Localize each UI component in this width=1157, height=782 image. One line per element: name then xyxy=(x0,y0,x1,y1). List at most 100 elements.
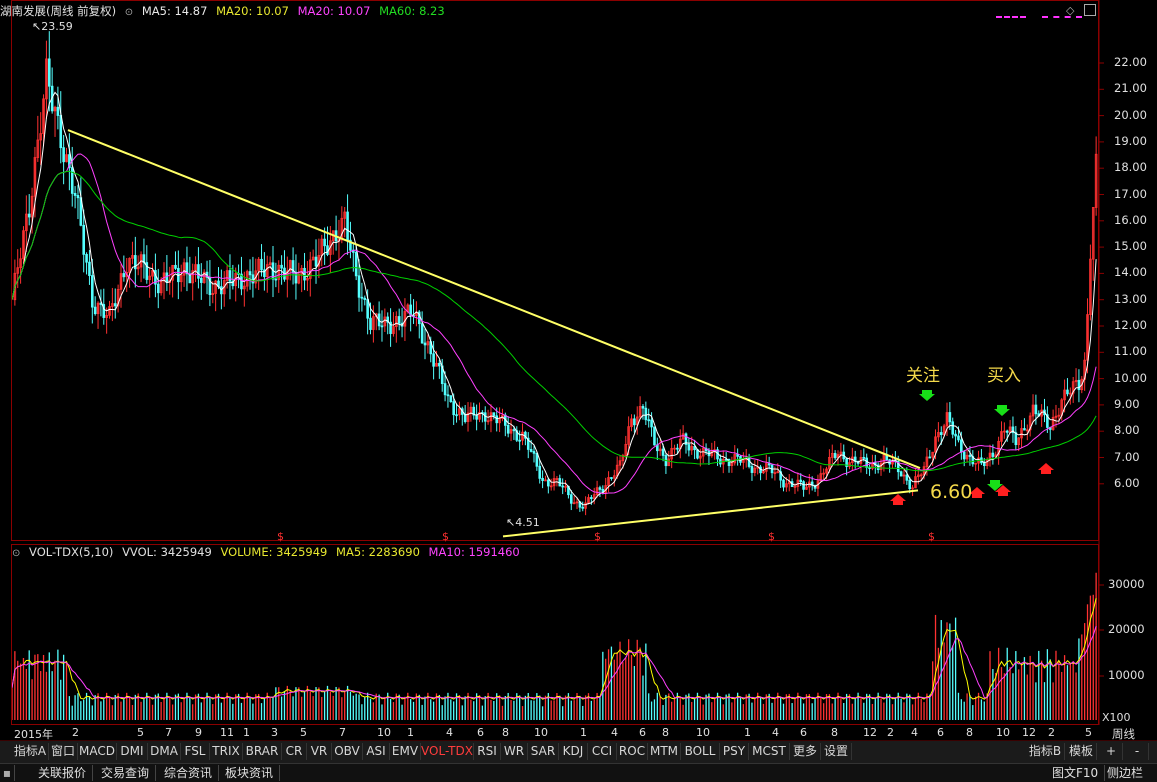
time-tick-label: 8 xyxy=(966,726,973,739)
status-tab-trade[interactable]: 交易查询 xyxy=(95,765,157,781)
dividend-marker[interactable]: $ xyxy=(594,530,601,543)
tab-dma[interactable]: DMA xyxy=(148,743,181,760)
tab-asi[interactable]: ASI xyxy=(363,743,390,760)
candle-body xyxy=(495,415,499,424)
time-tick-label: 11 xyxy=(220,726,234,739)
time-tick-label: 1 xyxy=(243,726,250,739)
tab-brar[interactable]: BRAR xyxy=(243,743,282,760)
ma20-value: MA20: 10.07 xyxy=(216,4,289,18)
candle-body xyxy=(610,477,613,479)
candle-body xyxy=(532,451,536,454)
time-tick-label: 6 xyxy=(477,726,484,739)
candle-body xyxy=(91,275,94,308)
tab-macd[interactable]: MACD xyxy=(78,743,117,760)
tab-indicator-b[interactable]: 指标B xyxy=(1026,743,1065,760)
time-tick-label: 10 xyxy=(377,726,391,739)
tab-vr[interactable]: VR xyxy=(307,743,332,760)
diamond-icon[interactable]: ◇ xyxy=(1066,4,1074,17)
tab-emv[interactable]: EMV xyxy=(390,743,421,760)
window-toggle-icon[interactable] xyxy=(1084,4,1096,16)
dividend-marker[interactable]: $ xyxy=(277,530,284,543)
chart-canvas[interactable] xyxy=(0,0,1157,740)
vol-ma5-line xyxy=(11,597,1097,700)
time-tick-label: 5 xyxy=(300,726,307,739)
dividend-marker[interactable]: $ xyxy=(768,530,775,543)
tab-psy[interactable]: PSY xyxy=(720,743,749,760)
tab-boll[interactable]: BOLL xyxy=(681,743,720,760)
time-tick-label: 5 xyxy=(1085,726,1092,739)
tab-指标a[interactable]: 指标A xyxy=(12,743,49,760)
tab-mtm[interactable]: MTM xyxy=(648,743,681,760)
candle-body xyxy=(561,485,564,488)
candle-body xyxy=(93,306,97,315)
tab-trix[interactable]: TRIX xyxy=(210,743,243,760)
candle-body xyxy=(47,58,51,87)
status-tab-quote[interactable]: 关联报价 xyxy=(32,765,94,781)
chevron-down-icon[interactable]: ⊙ xyxy=(125,7,133,18)
candle-body xyxy=(492,412,496,417)
candle-body xyxy=(693,446,696,451)
ma20b-value: MA20: 10.07 xyxy=(297,4,371,18)
f10-button[interactable]: 图文F10 xyxy=(1046,765,1106,781)
tab-mcst[interactable]: MCST xyxy=(749,743,790,760)
tab-kdj[interactable]: KDJ xyxy=(559,743,588,760)
time-tick-label: 12 xyxy=(863,726,877,739)
chevron-down-icon[interactable]: ⊙ xyxy=(12,548,20,559)
tab-dmi[interactable]: DMI xyxy=(117,743,148,760)
tab-fsl[interactable]: FSL xyxy=(181,743,210,760)
candle-body xyxy=(165,272,169,283)
candle-body xyxy=(56,106,60,116)
tab-obv[interactable]: OBV xyxy=(332,743,363,760)
candle-body xyxy=(529,449,533,452)
candle-body xyxy=(928,456,932,459)
dividend-marker[interactable]: $ xyxy=(928,530,935,543)
candle-body xyxy=(228,270,232,282)
tab-窗口[interactable]: 窗口 xyxy=(49,743,78,760)
candle-body xyxy=(547,479,550,487)
time-tick-label: 10 xyxy=(534,726,548,739)
tab-rsi[interactable]: RSI xyxy=(474,743,501,760)
sidebar-button[interactable]: 侧边栏 xyxy=(1101,765,1149,781)
vol-ma10-value: MA10: 1591460 xyxy=(428,545,520,559)
tab-cr[interactable]: CR xyxy=(282,743,307,760)
zoom-in-button[interactable]: + xyxy=(1100,743,1123,760)
candle-body xyxy=(506,424,510,434)
candle-body xyxy=(736,454,739,457)
time-tick-label: 10 xyxy=(996,726,1010,739)
candle-body xyxy=(991,452,995,457)
tab-template[interactable]: 模板 xyxy=(1066,743,1097,760)
buy-signal-down-arrow-icon xyxy=(994,405,1010,416)
candle-body xyxy=(380,325,384,328)
breakout-price-annotation: 6.60 xyxy=(930,481,973,503)
arrow-icon: ↖ xyxy=(506,516,516,529)
price-tick-label: 7.00 xyxy=(1114,449,1140,464)
tab-更多[interactable]: 更多 xyxy=(790,743,821,760)
tab-vol-tdx[interactable]: VOL-TDX xyxy=(421,743,474,760)
tab-roc[interactable]: ROC xyxy=(617,743,648,760)
tab-sar[interactable]: SAR xyxy=(528,743,559,760)
candle-body xyxy=(274,278,278,281)
tab-设置[interactable]: 设置 xyxy=(821,743,852,760)
candle-body xyxy=(483,412,487,422)
tab-cci[interactable]: CCI xyxy=(588,743,617,760)
time-tick-label: 4 xyxy=(446,726,453,739)
status-tab-news[interactable]: 综合资讯 xyxy=(158,765,220,781)
arrow-icon: ↖ xyxy=(32,20,42,33)
candle-body xyxy=(113,303,117,307)
trend-lines xyxy=(67,129,921,538)
candle-body xyxy=(1066,389,1069,395)
candle-body xyxy=(939,432,943,435)
status-tab-sector[interactable]: 板块资讯 xyxy=(219,765,281,781)
candle-body xyxy=(397,316,401,324)
menu-icon[interactable]: ▪ xyxy=(0,765,15,781)
time-tick-label: 3 xyxy=(271,726,278,739)
dividend-marker[interactable]: $ xyxy=(442,530,449,543)
ma5-line xyxy=(11,91,1097,506)
ma60-line xyxy=(11,170,1097,472)
candle-body xyxy=(62,147,65,163)
candle-body xyxy=(357,275,361,298)
vvol-value: VVOL: 3425949 xyxy=(122,545,212,559)
candle-body xyxy=(438,362,441,367)
tab-wr[interactable]: WR xyxy=(501,743,528,760)
zoom-out-button[interactable]: - xyxy=(1126,743,1149,760)
